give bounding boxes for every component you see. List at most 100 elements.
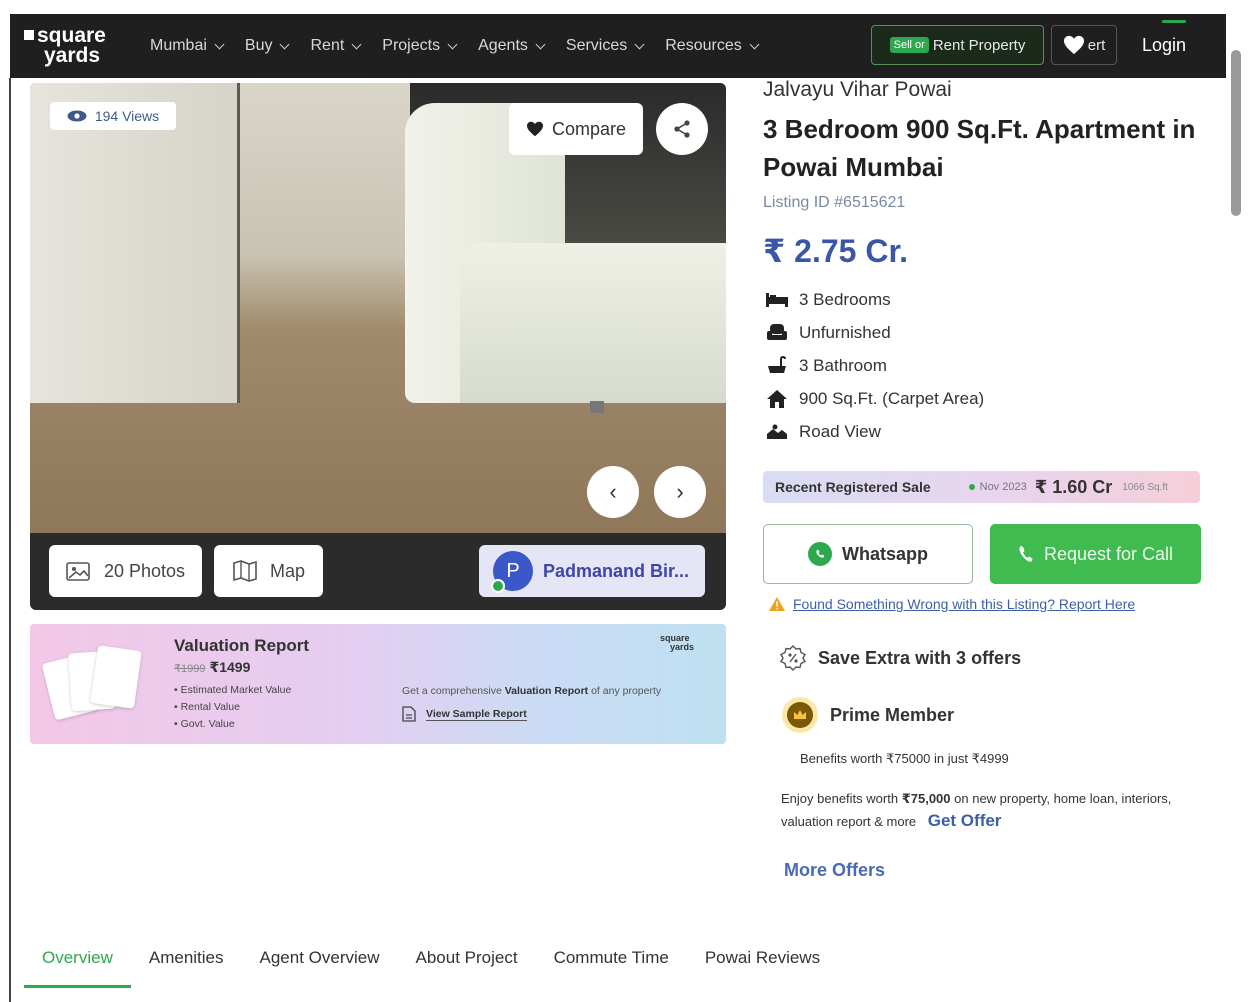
nav-item-label: Mumbai: [150, 37, 207, 54]
nav-item-label: Projects: [382, 37, 441, 54]
prev-photo-button[interactable]: ‹: [587, 466, 639, 518]
login-indicator: [1162, 20, 1186, 23]
map-button[interactable]: Map: [214, 545, 323, 597]
nav-item-buy[interactable]: Buy: [244, 37, 290, 55]
share-icon: [674, 120, 690, 138]
enjoy-prefix: Enjoy benefits worth: [781, 791, 899, 806]
nav-item-projects[interactable]: Projects: [382, 37, 458, 55]
sell-badge: Sell or: [889, 37, 929, 53]
more-offers-link[interactable]: More Offers: [784, 860, 885, 881]
heart-icon: [526, 121, 543, 137]
nav-item-city[interactable]: Mumbai: [150, 37, 225, 55]
valuation-price: ₹1999 ₹1499: [174, 659, 250, 676]
next-photo-button[interactable]: ›: [654, 466, 706, 518]
agent-initial: P: [506, 559, 520, 582]
whatsapp-status-icon: [491, 579, 505, 593]
property-gallery: 194 Views Compare ‹ › 20 Photos Map P Pa…: [30, 83, 726, 610]
nav-item-label: Services: [565, 37, 628, 54]
heart-icon: [1063, 35, 1084, 55]
feature-furnishing: Unfurnished: [765, 323, 891, 343]
tab-about-project[interactable]: About Project: [398, 944, 536, 988]
bathtub-icon: [768, 356, 786, 373]
tab-overview[interactable]: Overview: [24, 944, 131, 988]
nav-item-services[interactable]: Services: [565, 37, 645, 55]
prime-member-label: Prime Member: [830, 704, 955, 725]
recent-sale-area: 1066 Sq.ft: [1122, 481, 1168, 493]
tab-commute-time[interactable]: Commute Time: [536, 944, 687, 988]
nav-item-agents[interactable]: Agents: [478, 37, 546, 55]
armchair-icon: [767, 324, 787, 340]
valuation-brand-logo: square yards: [660, 634, 694, 652]
tab-amenities[interactable]: Amenities: [131, 944, 242, 988]
crown-icon: [782, 697, 818, 733]
shortlist-button[interactable]: ert: [1051, 25, 1117, 65]
report-text: Found Something Wrong with this Listing?…: [793, 596, 1136, 612]
share-button[interactable]: [656, 103, 708, 155]
nav-item-label: Agents: [478, 37, 528, 54]
nav-item-label: Rent: [310, 37, 345, 54]
feature-bathrooms: 3 Bathroom: [765, 356, 887, 376]
nav-item-label: Buy: [244, 37, 273, 54]
views-count-chip: 194 Views: [50, 102, 176, 130]
compare-button[interactable]: Compare: [509, 103, 643, 155]
tab-powai-reviews[interactable]: Powai Reviews: [687, 944, 838, 988]
window-frame-edge: [9, 78, 11, 1002]
offer-description: Enjoy benefits worth ₹75,000 on new prop…: [781, 788, 1181, 833]
agent-chip[interactable]: P Padmanand Bir...: [479, 545, 705, 597]
report-card-shape: [90, 645, 142, 709]
photos-icon: [66, 562, 90, 581]
feature-view: Road View: [765, 422, 881, 442]
whatsapp-button[interactable]: Whatsapp: [763, 524, 973, 584]
chevron-down-icon: [535, 39, 546, 49]
logo-square-icon: [24, 30, 34, 40]
document-icon: [402, 706, 416, 722]
whatsapp-label: Whatsapp: [841, 543, 928, 564]
page-scrollbar[interactable]: [1229, 40, 1243, 1002]
whatsapp-icon: [807, 542, 832, 566]
chevron-right-icon: ›: [676, 479, 684, 504]
report-cards-illustration: [41, 644, 142, 728]
valuation-report-banner[interactable]: Valuation Report ₹1999₹1499 Estimated Ma…: [30, 624, 726, 744]
feature-label: Unfurnished: [799, 323, 891, 342]
sell-button-label: Rent Property: [932, 36, 1026, 54]
listing-id: Listing ID #6515621: [763, 194, 906, 211]
chevron-down-icon: [351, 39, 362, 49]
shortlist-label: ert: [1087, 36, 1106, 54]
desc-prefix: Get a comprehensive: [402, 685, 502, 697]
nav-item-resources[interactable]: Resources: [665, 37, 760, 55]
discount-badge-icon: [780, 645, 806, 671]
login-button[interactable]: Login: [1129, 25, 1199, 65]
get-offer-link[interactable]: Get Offer: [928, 811, 1002, 830]
nav-item-rent[interactable]: Rent: [310, 37, 362, 55]
valuation-old-price: ₹1999: [174, 663, 206, 675]
photo-sofa-leg-shape: [590, 401, 604, 413]
feature-label: 3 Bathroom: [799, 356, 887, 375]
site-logo[interactable]: square yards: [10, 25, 138, 67]
photos-button[interactable]: 20 Photos: [49, 545, 202, 597]
recent-sale-amount: ₹ 1.60 Cr: [1034, 476, 1113, 497]
view-icon: [767, 424, 787, 439]
request-call-button[interactable]: Request for Call: [990, 524, 1201, 584]
scrollbar-thumb[interactable]: [1231, 50, 1241, 216]
eye-icon: [67, 110, 87, 122]
logo-text-line2: yards: [44, 44, 101, 67]
brand-line2: yards: [670, 642, 695, 652]
property-price: ₹ 2.75 Cr.: [763, 233, 909, 269]
view-sample-report-link[interactable]: View Sample Report: [402, 706, 527, 722]
sell-rent-property-button[interactable]: Sell or Rent Property: [871, 25, 1044, 65]
report-listing-link[interactable]: Found Something Wrong with this Listing?…: [768, 596, 1135, 612]
recent-registered-sale[interactable]: Recent Registered Sale Nov 2023 ₹ 1.60 C…: [763, 471, 1200, 503]
recent-sale-date: Nov 2023: [979, 481, 1027, 493]
chevron-down-icon: [214, 39, 225, 49]
photo-door-shape: [30, 83, 240, 403]
property-title: 3 Bedroom 900 Sq.Ft. Apartment in Powai …: [763, 114, 1196, 182]
top-navbar: square yards Mumbai Buy Rent Projects Ag…: [10, 14, 1226, 78]
tab-agent-overview[interactable]: Agent Overview: [242, 944, 398, 988]
request-call-label: Request for Call: [1043, 543, 1174, 564]
status-dot-icon: [968, 484, 975, 490]
recent-sale-label: Recent Registered Sale: [775, 479, 931, 495]
agent-name: Padmanand Bir...: [543, 560, 690, 581]
chevron-left-icon: ‹: [609, 479, 617, 504]
warning-icon: [769, 597, 785, 611]
project-name[interactable]: Jalvayu Vihar Powai: [763, 78, 952, 102]
